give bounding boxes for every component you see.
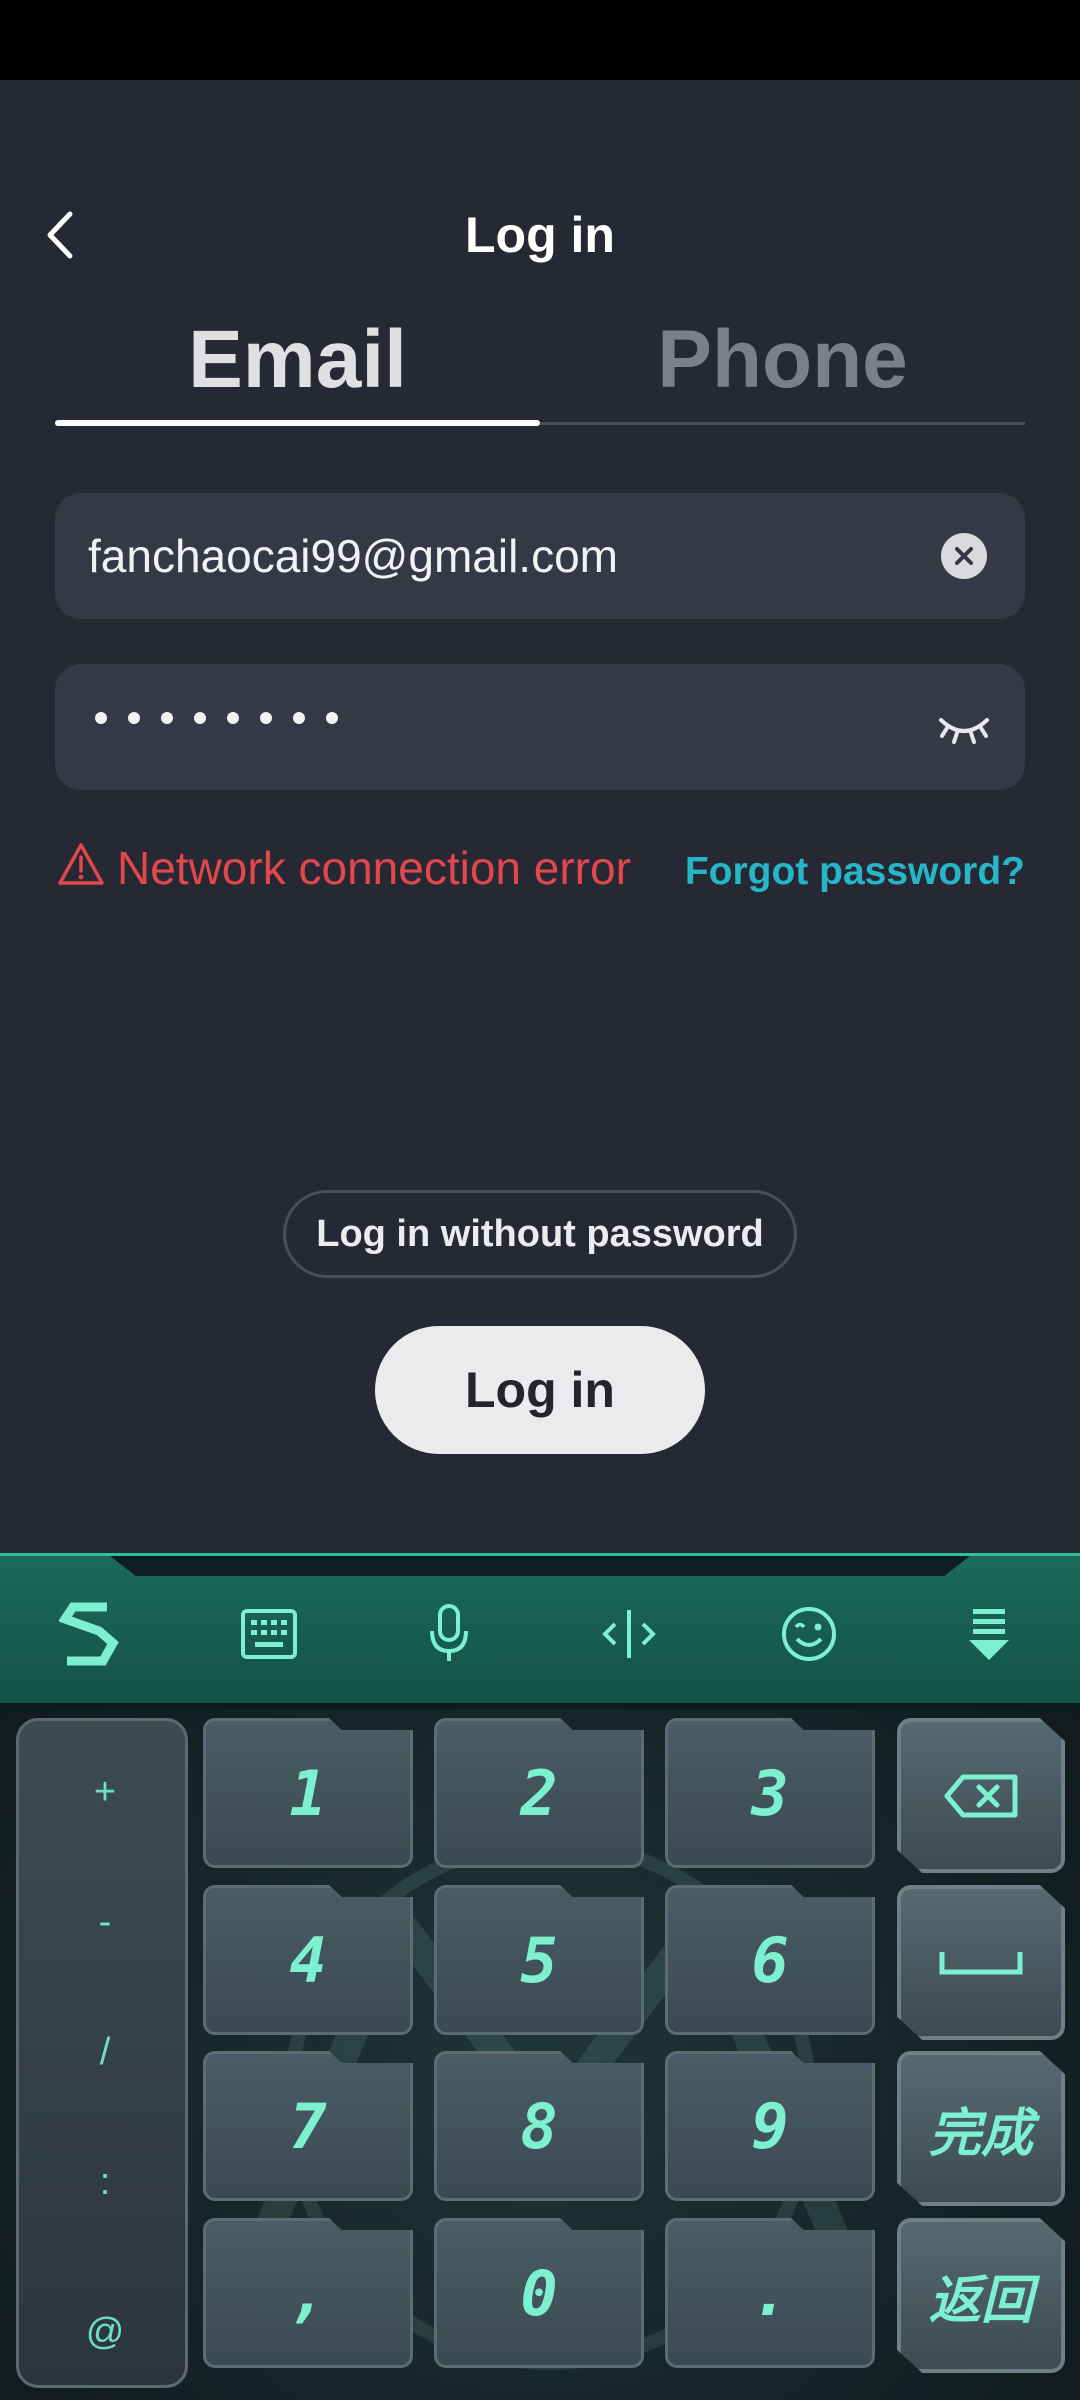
keyboard: + - / : @ 1 2 3 4 5 6 7 8 9 , 0 . 完成 返回 [0, 1553, 1080, 2400]
backspace-icon [944, 1774, 1018, 1817]
password-mask [95, 712, 338, 724]
key-period[interactable]: . [665, 2218, 875, 2368]
tab-active-indicator [55, 420, 540, 426]
key-8[interactable]: 8 [434, 2051, 644, 2201]
toggle-password-visibility-button[interactable] [937, 704, 991, 750]
emoji-icon[interactable] [776, 1601, 842, 1667]
key-7[interactable]: 7 [203, 2051, 413, 2201]
microphone-icon[interactable] [416, 1601, 482, 1667]
hide-keyboard-icon[interactable] [956, 1601, 1022, 1667]
key-comma[interactable]: , [203, 2218, 413, 2368]
space-key[interactable] [897, 1885, 1065, 2040]
password-field[interactable] [55, 664, 1025, 790]
close-icon [955, 547, 973, 565]
login-without-password-button[interactable]: Log in without password [283, 1190, 797, 1278]
symbol-side-panel[interactable]: + - / : @ [16, 1718, 188, 2388]
warning-icon [58, 843, 104, 885]
key-9[interactable]: 9 [665, 2051, 875, 2201]
key-5[interactable]: 5 [434, 1885, 644, 2035]
login-button[interactable]: Log in [375, 1326, 705, 1454]
keyboard-icon[interactable] [236, 1601, 302, 1667]
side-key-slash[interactable]: / [19, 2031, 191, 2074]
email-field[interactable]: fanchaocai99@gmail.com [55, 493, 1025, 619]
status-bar [0, 0, 1080, 80]
page-title: Log in [465, 207, 615, 263]
email-value: fanchaocai99@gmail.com [88, 530, 618, 582]
side-key-at[interactable]: @ [19, 2311, 191, 2354]
key-6[interactable]: 6 [665, 1885, 875, 2035]
error-message: Network connection error [117, 842, 631, 894]
key-0[interactable]: 0 [434, 2218, 644, 2368]
keyboard-toolbar [0, 1553, 1080, 1703]
backspace-key[interactable] [897, 1718, 1065, 1873]
login-method-tabs: Email Phone [55, 310, 1025, 426]
clear-button[interactable] [941, 533, 987, 579]
space-icon [939, 1951, 1023, 1974]
side-key-plus[interactable]: + [19, 1771, 191, 1814]
tab-email[interactable]: Email [55, 310, 540, 420]
side-key-colon[interactable]: : [19, 2161, 191, 2204]
return-key[interactable]: 返回 [897, 2218, 1065, 2373]
eye-closed-icon [939, 718, 989, 744]
tab-phone[interactable]: Phone [540, 310, 1025, 420]
cursor-icon[interactable] [596, 1601, 662, 1667]
done-key[interactable]: 完成 [897, 2051, 1065, 2206]
side-key-minus[interactable]: - [19, 1901, 191, 1944]
logo-icon[interactable] [56, 1601, 122, 1667]
error-row: Network connection error Forgot password… [55, 838, 1025, 902]
key-2[interactable]: 2 [434, 1718, 644, 1868]
forgot-password-link[interactable]: Forgot password? [685, 844, 1025, 900]
key-4[interactable]: 4 [203, 1885, 413, 2035]
key-3[interactable]: 3 [665, 1718, 875, 1868]
key-1[interactable]: 1 [203, 1718, 413, 1868]
